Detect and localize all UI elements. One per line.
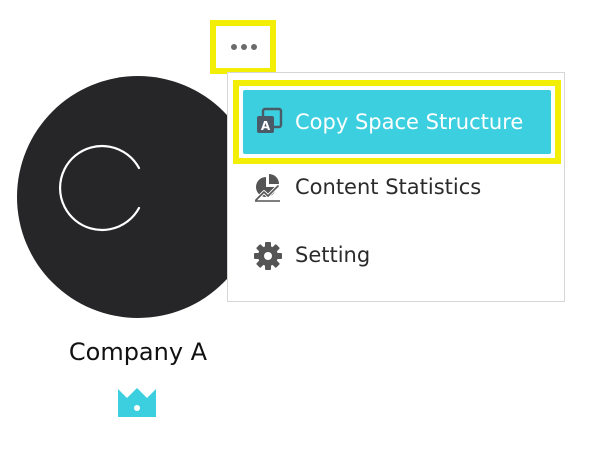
- more-options-button[interactable]: [210, 20, 276, 74]
- space-avatar[interactable]: C: [17, 76, 259, 318]
- copy-structure-icon: A: [254, 106, 284, 136]
- menu-item-content-statistics[interactable]: Content Statistics: [228, 157, 564, 217]
- menu-item-label: Copy Space Structure: [295, 110, 524, 134]
- avatar-letter-glyph: [58, 144, 141, 232]
- menu-item-highlight: A Copy Space Structure: [243, 90, 551, 154]
- menu-item-label: Content Statistics: [295, 175, 482, 199]
- space-options-menu: A Copy Space Structure Content Statistic…: [227, 72, 565, 302]
- menu-item-copy-space-structure[interactable]: A Copy Space Structure: [233, 80, 561, 164]
- gear-icon: [253, 241, 283, 271]
- svg-text:A: A: [261, 119, 271, 133]
- avatar-letter: C: [17, 76, 259, 318]
- more-horizontal-icon: [231, 44, 257, 50]
- menu-item-setting[interactable]: Setting: [228, 225, 564, 285]
- chart-statistics-icon: [253, 173, 283, 203]
- space-name: Company A: [68, 338, 208, 366]
- crown-icon: [116, 385, 158, 419]
- menu-item-label: Setting: [295, 243, 371, 267]
